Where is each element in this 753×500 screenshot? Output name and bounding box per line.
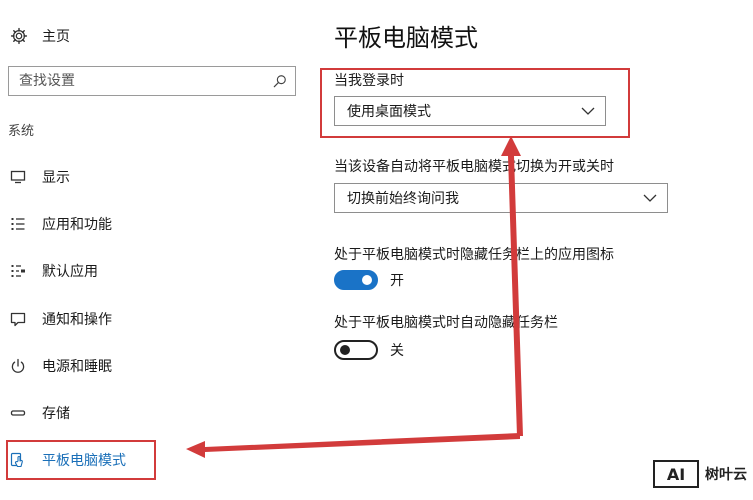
list-icon <box>11 218 25 230</box>
watermark-text: 树叶云 <box>705 467 747 483</box>
sidebar-item-label: 通知和操作 <box>42 312 112 328</box>
auto-hide-toggle[interactable] <box>334 340 378 360</box>
sidebar-item-storage[interactable]: 存储 <box>10 400 70 426</box>
auto-hide-toggle-row: 关 <box>334 340 404 360</box>
sidebar-home[interactable]: 主页 <box>10 24 70 48</box>
message-icon <box>10 312 26 327</box>
switch-prompt-label: 当该设备自动将平板电脑模式切换为开或关时 <box>334 159 614 175</box>
sidebar-home-label: 主页 <box>42 29 70 45</box>
switch-prompt-dropdown[interactable]: 切换前始终询问我 <box>334 183 668 213</box>
hide-icons-toggle[interactable] <box>334 270 378 290</box>
search-box <box>8 66 296 96</box>
sidebar-item-label: 默认应用 <box>42 264 98 280</box>
watermark: AI 树叶云 <box>653 460 747 488</box>
sidebar-item-default-apps[interactable]: 默认应用 <box>10 258 98 284</box>
toggle-knob <box>362 275 372 285</box>
sidebar-item-display[interactable]: 显示 <box>10 164 70 190</box>
sidebar-item-notifications[interactable]: 通知和操作 <box>10 306 112 332</box>
sidebar-item-label: 显示 <box>42 170 70 186</box>
signin-label: 当我登录时 <box>334 73 404 89</box>
svg-text:AI: AI <box>667 465 685 484</box>
sidebar-item-label: 电源和睡眠 <box>42 359 112 375</box>
watermark-logo: AI <box>653 460 699 488</box>
tablet-mode-icon <box>10 452 23 468</box>
default-apps-icon <box>11 265 25 277</box>
auto-hide-state: 关 <box>390 343 404 359</box>
sidebar: 主页 系统 显示 <box>0 0 310 500</box>
hide-icons-toggle-row: 开 <box>334 270 404 290</box>
hide-icons-state: 开 <box>390 273 404 289</box>
power-icon <box>11 358 25 373</box>
search-input[interactable] <box>19 73 259 89</box>
chevron-down-icon <box>581 107 595 115</box>
toggle-knob <box>340 345 350 355</box>
monitor-icon <box>10 170 26 184</box>
switch-prompt-dropdown-value: 切换前始终询问我 <box>347 191 459 207</box>
signin-dropdown[interactable]: 使用桌面模式 <box>334 96 606 126</box>
section-label-system: 系统 <box>8 124 35 139</box>
sidebar-item-apps[interactable]: 应用和功能 <box>10 211 112 237</box>
sidebar-item-tablet-mode[interactable]: 平板电脑模式 <box>10 447 126 473</box>
search-icon[interactable] <box>273 74 287 88</box>
settings-window: 主页 系统 显示 <box>0 0 753 500</box>
sidebar-item-label: 平板电脑模式 <box>42 453 126 469</box>
signin-dropdown-value: 使用桌面模式 <box>347 104 431 120</box>
sidebar-item-power[interactable]: 电源和睡眠 <box>10 353 112 379</box>
sidebar-item-label: 存储 <box>42 406 70 422</box>
chevron-down-icon <box>643 194 657 202</box>
hide-icons-label: 处于平板电脑模式时隐藏任务栏上的应用图标 <box>334 247 614 263</box>
gear-icon <box>10 27 28 45</box>
page-title: 平板电脑模式 <box>334 24 478 52</box>
sidebar-item-label: 应用和功能 <box>42 217 112 233</box>
auto-hide-label: 处于平板电脑模式时自动隐藏任务栏 <box>334 315 558 331</box>
main-content: 平板电脑模式 当我登录时 使用桌面模式 当该设备自动将平板电脑模式切换为开或关时… <box>320 0 753 500</box>
storage-icon <box>10 410 26 416</box>
